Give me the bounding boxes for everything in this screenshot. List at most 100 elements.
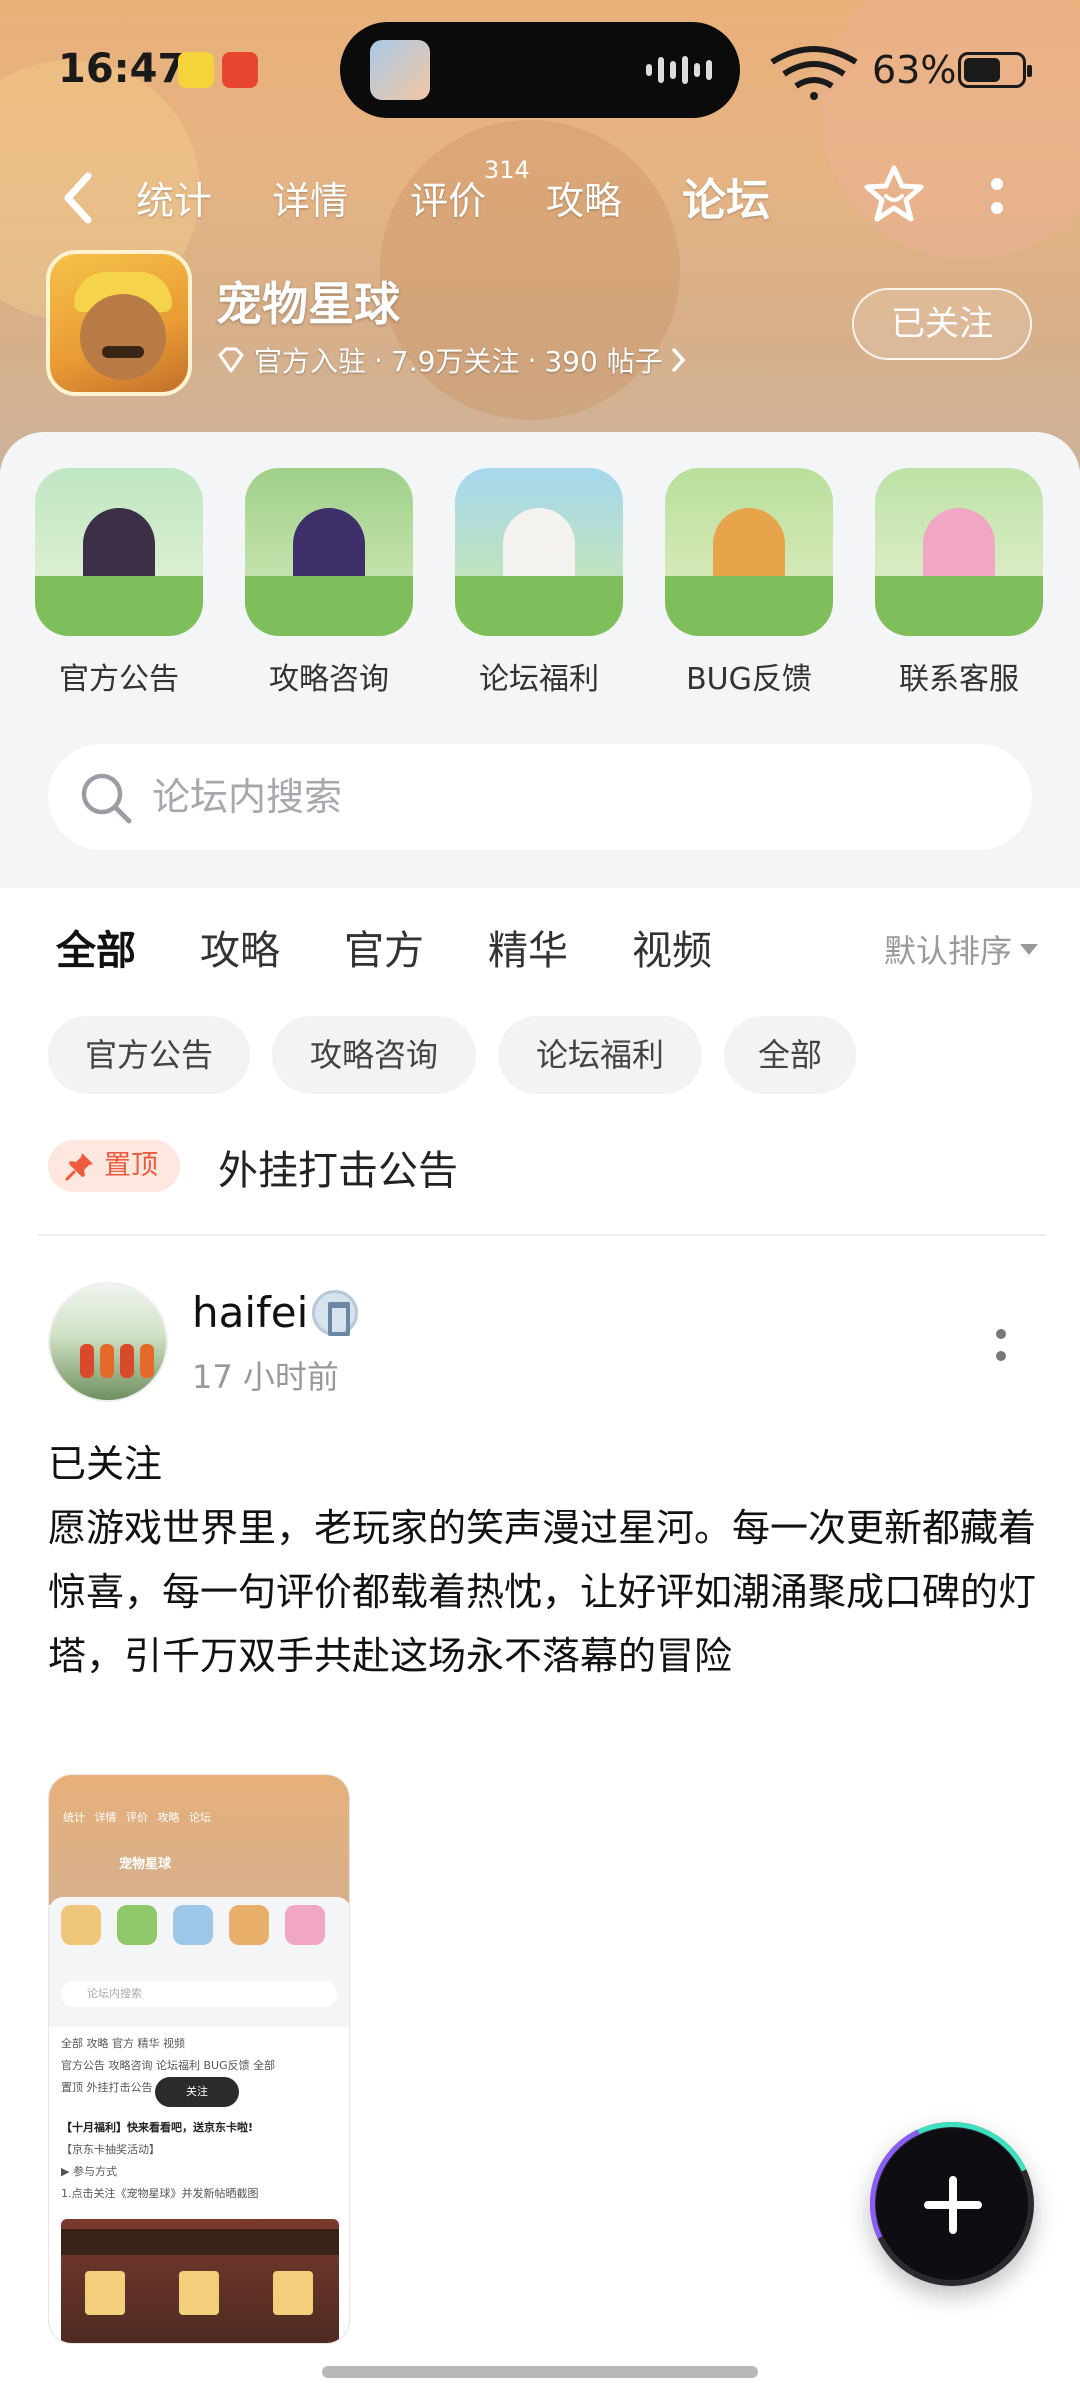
thumb-tabs: 统计 详情 评价 攻略 论坛 bbox=[63, 1811, 211, 1824]
category-guide-consult[interactable]: 攻略咨询 bbox=[244, 468, 414, 698]
thumb-category bbox=[285, 1905, 325, 1945]
more-icon[interactable] bbox=[990, 176, 1004, 220]
game-title: 宠物星球 bbox=[216, 277, 400, 331]
category-label: 联系客服 bbox=[899, 662, 1019, 697]
tab-guides[interactable]: 攻略 bbox=[546, 170, 622, 225]
filter-tab-guides[interactable]: 攻略 bbox=[200, 918, 280, 976]
game-info: 宠物星球 官方入驻 · 7.9万关注 · 390 帖子 已关注 bbox=[0, 250, 1080, 400]
search-icon bbox=[81, 773, 132, 824]
forum-header: 16:47 63% 统计 详情 评价 314 攻略 论坛 宠物星球 官方入驻 ·… bbox=[0, 0, 1080, 470]
filter-tab-featured[interactable]: 精华 bbox=[488, 918, 568, 976]
category-image bbox=[455, 468, 623, 636]
status-time: 16:47 bbox=[58, 46, 186, 92]
top-nav: 统计 详情 评价 314 攻略 论坛 bbox=[0, 150, 1080, 250]
chip-guide-consult[interactable]: 攻略咨询 bbox=[272, 1016, 476, 1094]
tab-reviews[interactable]: 评价 bbox=[410, 170, 486, 225]
thumb-line: 【十月福利】快来看看吧，送京东卡啦! bbox=[61, 2121, 254, 2134]
category-image bbox=[875, 468, 1043, 636]
star-icon[interactable] bbox=[862, 162, 926, 226]
post-body-line: 已关注 bbox=[48, 1442, 163, 1486]
thumb-category bbox=[117, 1905, 157, 1945]
category-label: 官方公告 bbox=[59, 662, 179, 697]
review-count-badge: 314 bbox=[484, 156, 530, 184]
avatar[interactable] bbox=[48, 1282, 168, 1402]
pinned-badge-label: 置顶 bbox=[104, 1150, 158, 1181]
thumb-line: ▶ 参与方式 bbox=[61, 2165, 117, 2178]
username[interactable]: haifei bbox=[192, 1288, 308, 1337]
thumb-scene bbox=[61, 2219, 339, 2343]
caret-down-icon bbox=[1020, 943, 1038, 955]
sort-label: 默认排序 bbox=[883, 932, 1012, 970]
search-input[interactable] bbox=[152, 744, 992, 850]
tab-stats[interactable]: 统计 bbox=[136, 170, 212, 225]
thumb-line: 【京东卡抽奖活动】 bbox=[61, 2143, 160, 2156]
pin-icon bbox=[65, 1153, 93, 1181]
diamond-icon bbox=[218, 347, 244, 373]
chevron-right-icon bbox=[671, 348, 686, 372]
category-official-notice[interactable]: 官方公告 bbox=[34, 468, 204, 698]
sort-dropdown[interactable]: 默认排序 bbox=[884, 926, 1038, 972]
category-image bbox=[665, 468, 833, 636]
status-bar: 16:47 63% bbox=[0, 0, 1080, 140]
pinned-post[interactable]: 置顶 外挂打击公告 bbox=[48, 1138, 1038, 1198]
post-body: 已关注 愿游戏世界里，老玩家的笑声漫过星河。每一次更新都藏着惊喜，每一句评价都载… bbox=[48, 1432, 1038, 1688]
post-time: 17 小时前 bbox=[192, 1358, 339, 1396]
thumb-line: 官方公告 攻略咨询 论坛福利 BUG反馈 全部 bbox=[61, 2059, 276, 2072]
thumb-header: 统计 详情 评价 攻略 论坛 宠物星球 bbox=[49, 1775, 349, 1905]
category-contact-support[interactable]: 联系客服 bbox=[874, 468, 1044, 698]
filter-tab-official[interactable]: 官方 bbox=[344, 918, 424, 976]
category-label: BUG反馈 bbox=[686, 662, 812, 697]
thumb-title: 宠物星球 bbox=[119, 1857, 172, 1872]
thumb-search: 论坛内搜索 bbox=[61, 1981, 337, 2007]
thumb-content: 全部 攻略 官方 精华 视频 官方公告 攻略咨询 论坛福利 BUG反馈 全部 置… bbox=[61, 2033, 341, 2205]
game-app-icon[interactable] bbox=[46, 250, 192, 396]
music-app-icon bbox=[178, 52, 214, 88]
official-label: 官方入驻 bbox=[254, 345, 367, 378]
back-icon[interactable] bbox=[58, 168, 98, 228]
category-bug-report[interactable]: BUG反馈 bbox=[664, 468, 834, 698]
category-image bbox=[245, 468, 413, 636]
tab-forum[interactable]: 论坛 bbox=[682, 164, 770, 228]
create-post-button[interactable] bbox=[870, 2122, 1034, 2286]
filter-tabs: 全部 攻略 官方 精华 视频 默认排序 bbox=[0, 888, 1080, 1008]
thumb-category bbox=[173, 1905, 213, 1945]
chip-forum-perks[interactable]: 论坛福利 bbox=[498, 1016, 702, 1094]
chip-all[interactable]: 全部 bbox=[724, 1016, 856, 1094]
wifi-icon bbox=[770, 46, 858, 100]
followed-button[interactable]: 已关注 bbox=[852, 288, 1032, 360]
plus-icon bbox=[924, 2176, 982, 2234]
post-image[interactable]: 统计 详情 评价 攻略 论坛 宠物星球 论坛内搜索 全部 攻略 官方 精华 视频… bbox=[48, 1774, 350, 2344]
dynamic-island[interactable] bbox=[340, 22, 740, 118]
follower-count: 7.9万关注 bbox=[390, 345, 520, 378]
forum-search-bar[interactable] bbox=[48, 744, 1032, 850]
bag-app-icon bbox=[222, 52, 258, 88]
home-indicator[interactable] bbox=[322, 2366, 758, 2378]
thumb-category bbox=[229, 1905, 269, 1945]
game-meta[interactable]: 官方入驻 · 7.9万关注 · 390 帖子 bbox=[216, 340, 687, 380]
category-shortcuts: 官方公告 攻略咨询 论坛福利 BUG反馈 联系客服 bbox=[0, 468, 1080, 718]
meta-separator: · bbox=[374, 343, 383, 377]
category-image bbox=[35, 468, 203, 636]
forum-panel: 官方公告 攻略咨询 论坛福利 BUG反馈 联系客服 bbox=[0, 432, 1080, 888]
pinned-badge: 置顶 bbox=[48, 1140, 180, 1192]
meta-separator: · bbox=[527, 343, 537, 377]
category-forum-perks[interactable]: 论坛福利 bbox=[454, 468, 624, 698]
filter-tab-video[interactable]: 视频 bbox=[632, 918, 712, 976]
now-playing-thumbnail bbox=[370, 40, 430, 100]
audio-wave-icon bbox=[646, 56, 712, 84]
sub-category-chips: 官方公告 攻略咨询 论坛福利 全部 bbox=[0, 1016, 1080, 1100]
battery-icon bbox=[958, 52, 1032, 88]
post-body-text: 愿游戏世界里，老玩家的笑声漫过星河。每一次更新都藏着惊喜，每一句评价都载着热忱，… bbox=[48, 1506, 1037, 1678]
filter-tab-all[interactable]: 全部 bbox=[56, 918, 136, 976]
tab-details[interactable]: 详情 bbox=[272, 170, 348, 225]
thumb-line: 1.点击关注《宠物星球》并发新帖晒截图 bbox=[61, 2187, 259, 2200]
post-count: 390 帖子 bbox=[544, 345, 663, 378]
chip-official-notice[interactable]: 官方公告 bbox=[48, 1016, 250, 1094]
category-label: 论坛福利 bbox=[479, 662, 599, 697]
battery-percent: 63% bbox=[872, 48, 957, 92]
thumb-line: 全部 攻略 官方 精华 视频 bbox=[61, 2037, 185, 2050]
category-label: 攻略咨询 bbox=[269, 662, 389, 697]
pinned-title: 外挂打击公告 bbox=[218, 1148, 458, 1194]
post-more-icon[interactable] bbox=[994, 1326, 1008, 1366]
thumb-category bbox=[61, 1905, 101, 1945]
